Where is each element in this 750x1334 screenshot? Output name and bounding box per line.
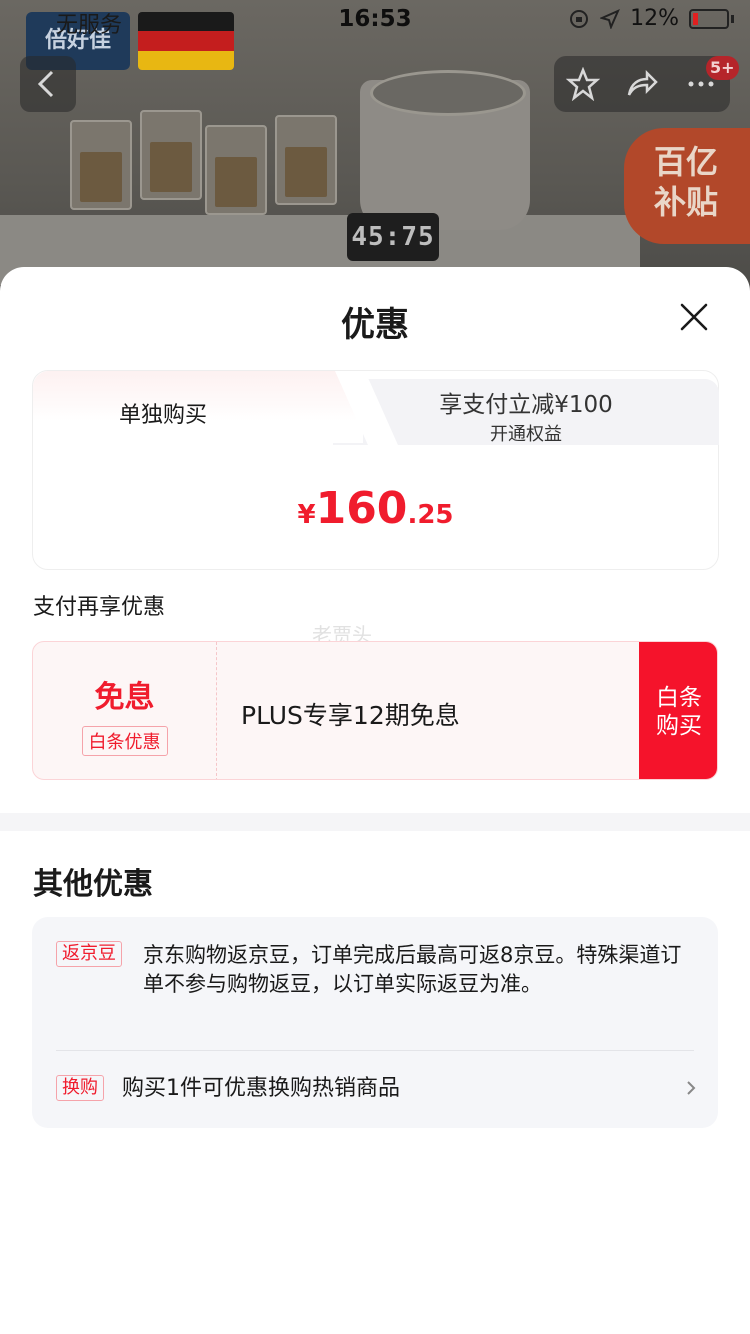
price-currency: ¥: [297, 500, 316, 530]
price-decimal: .25: [407, 500, 454, 530]
notification-badge: 5+: [706, 56, 739, 80]
pay-extra-title: 支付再享优惠: [33, 595, 166, 620]
baitiao-buy-button[interactable]: 白条 购买: [639, 642, 717, 779]
jar-shape: [275, 115, 337, 205]
jingdou-text: 京东购物返京豆，订单完成后最高可返8京豆。特殊渠道订单不参与购物返豆，以订单实际…: [143, 943, 682, 996]
sheet-title: 优惠: [341, 305, 409, 345]
list-item-jingdou: 返京豆 京东购物返京豆，订单完成后最高可返8京豆。特殊渠道订单不参与购物返豆，以…: [56, 941, 696, 999]
chevron-right-icon: [687, 1081, 696, 1095]
jar-shape: [140, 110, 202, 200]
close-icon: [680, 303, 708, 331]
cooker-display: 45:75: [347, 213, 439, 261]
battery-icon: [689, 8, 729, 29]
favorite-star-icon[interactable]: [566, 67, 601, 101]
trade-in-text: 购买1件可优惠换购热销商品: [122, 1076, 400, 1101]
interest-free-label: 免息: [94, 680, 155, 715]
baitiao-offer-left: 免息 白条优惠: [33, 642, 217, 779]
price-box: 享支付立减¥100 开通权益 单独购买 ¥160.25: [32, 370, 719, 570]
baitiao-description: PLUS专享12期免息: [241, 701, 460, 730]
section-divider: [0, 813, 750, 831]
baitiao-buy-line1: 白条: [656, 685, 702, 711]
tab-member-title: 享支付立减¥100: [439, 392, 613, 418]
subsidy-banner: 百亿 补贴: [624, 128, 750, 244]
other-offers-title: 其他优惠: [33, 867, 153, 902]
close-button[interactable]: [674, 297, 714, 337]
jar-shape: [205, 125, 267, 215]
subsidy-line2: 补贴: [654, 183, 719, 221]
status-right: 12%: [568, 6, 734, 31]
trade-in-tag: 换购: [56, 1075, 104, 1101]
battery-percent: 12%: [630, 6, 679, 31]
jar-shape: [70, 120, 132, 210]
nav-actions: [554, 56, 730, 112]
price-integer: 160: [315, 483, 408, 534]
rotation-lock-icon: [570, 9, 589, 28]
discount-sheet: 优惠 享支付立减¥100 开通权益 单独购买 ¥160.25 支付再享优惠 老贾…: [0, 267, 750, 1334]
price: ¥160.25: [33, 483, 718, 534]
row-divider: [56, 1050, 694, 1051]
chevron-left-icon: [37, 70, 54, 98]
battery-cap: [731, 14, 734, 23]
baitiao-tag: 白条优惠: [81, 726, 168, 756]
tab-single-label: 单独购买: [119, 403, 208, 428]
location-arrow-icon: [600, 8, 621, 29]
status-bar: 无服务 16:53 12%: [0, 0, 750, 40]
jingdou-tag: 返京豆: [56, 941, 122, 967]
list-item-trade-in[interactable]: 换购 购买1件可优惠换购热销商品: [56, 1075, 696, 1103]
other-offers-card: 返京豆 京东购物返京豆，订单完成后最高可返8京豆。特殊渠道订单不参与购物返豆，以…: [32, 917, 718, 1128]
baitiao-offer-card: 免息 白条优惠 PLUS专享12期免息 白条 购买: [32, 641, 718, 780]
back-button[interactable]: [20, 56, 76, 112]
cooker-shape: [360, 70, 530, 230]
tab-single-purchase[interactable]: 单独购买: [33, 371, 363, 443]
subsidy-line1: 百亿: [654, 143, 719, 181]
share-icon[interactable]: [625, 67, 659, 101]
baitiao-buy-line2: 购买: [656, 713, 702, 739]
